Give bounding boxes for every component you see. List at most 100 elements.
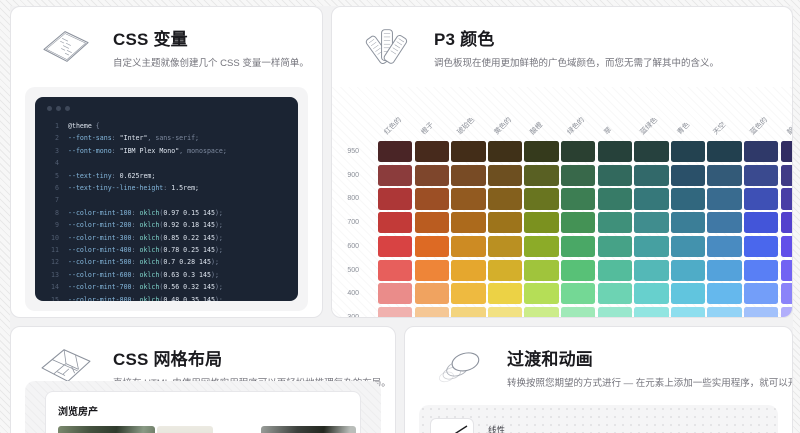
color-swatch[interactable]: [671, 212, 705, 233]
color-swatch[interactable]: [378, 307, 412, 318]
color-swatch[interactable]: [598, 141, 632, 162]
color-swatch[interactable]: [524, 283, 558, 304]
color-swatch[interactable]: [781, 236, 793, 257]
color-swatch[interactable]: [524, 188, 558, 209]
color-swatch[interactable]: [488, 188, 522, 209]
color-swatch[interactable]: [378, 283, 412, 304]
color-swatch[interactable]: [488, 141, 522, 162]
color-swatch[interactable]: [415, 165, 449, 186]
color-swatch[interactable]: [488, 165, 522, 186]
color-swatch[interactable]: [707, 188, 741, 209]
color-swatch[interactable]: [488, 260, 522, 281]
color-swatch[interactable]: [744, 188, 778, 209]
color-swatch[interactable]: [781, 165, 793, 186]
color-swatch[interactable]: [707, 260, 741, 281]
color-swatch[interactable]: [634, 283, 668, 304]
color-swatch[interactable]: [634, 212, 668, 233]
color-swatch[interactable]: [415, 260, 449, 281]
color-swatch[interactable]: [415, 212, 449, 233]
color-swatch[interactable]: [707, 236, 741, 257]
color-swatch[interactable]: [524, 141, 558, 162]
color-swatch[interactable]: [707, 212, 741, 233]
color-swatch[interactable]: [634, 307, 668, 318]
color-swatch[interactable]: [451, 236, 485, 257]
color-swatch[interactable]: [781, 307, 793, 318]
color-swatch[interactable]: [598, 212, 632, 233]
color-swatch[interactable]: [707, 141, 741, 162]
color-swatch[interactable]: [671, 236, 705, 257]
color-swatch[interactable]: [451, 141, 485, 162]
color-swatch[interactable]: [744, 212, 778, 233]
color-swatch[interactable]: [451, 188, 485, 209]
color-swatch[interactable]: [415, 236, 449, 257]
color-swatch[interactable]: [378, 141, 412, 162]
color-swatch[interactable]: [378, 236, 412, 257]
color-swatch[interactable]: [378, 260, 412, 281]
color-swatch[interactable]: [634, 141, 668, 162]
color-swatch[interactable]: [707, 283, 741, 304]
color-swatch[interactable]: [561, 165, 595, 186]
color-swatch[interactable]: [634, 236, 668, 257]
property-photo[interactable]: [157, 426, 213, 433]
color-swatch[interactable]: [634, 165, 668, 186]
color-swatch[interactable]: [671, 141, 705, 162]
color-swatch[interactable]: [781, 141, 793, 162]
color-swatch[interactable]: [415, 188, 449, 209]
color-swatch[interactable]: [488, 236, 522, 257]
color-swatch[interactable]: [781, 188, 793, 209]
color-swatch[interactable]: [524, 165, 558, 186]
color-swatch[interactable]: [378, 188, 412, 209]
color-swatch[interactable]: [744, 165, 778, 186]
property-photo[interactable]: [261, 426, 356, 433]
color-swatch[interactable]: [378, 212, 412, 233]
color-swatch[interactable]: [561, 188, 595, 209]
color-swatch[interactable]: [598, 260, 632, 281]
color-swatch[interactable]: [671, 283, 705, 304]
color-swatch[interactable]: [671, 260, 705, 281]
color-swatch[interactable]: [598, 165, 632, 186]
color-swatch[interactable]: [634, 188, 668, 209]
color-swatch[interactable]: [598, 236, 632, 257]
easing-preview-box[interactable]: [430, 418, 474, 433]
color-swatch[interactable]: [451, 212, 485, 233]
color-swatch[interactable]: [744, 260, 778, 281]
color-swatch[interactable]: [598, 307, 632, 318]
color-swatch[interactable]: [561, 260, 595, 281]
color-swatch[interactable]: [744, 141, 778, 162]
color-swatch[interactable]: [744, 307, 778, 318]
color-swatch[interactable]: [561, 307, 595, 318]
color-swatch[interactable]: [781, 260, 793, 281]
color-swatch[interactable]: [451, 283, 485, 304]
color-swatch[interactable]: [488, 283, 522, 304]
color-swatch[interactable]: [488, 307, 522, 318]
color-swatch[interactable]: [707, 307, 741, 318]
color-swatch[interactable]: [524, 236, 558, 257]
color-swatch[interactable]: [598, 188, 632, 209]
color-swatch[interactable]: [634, 260, 668, 281]
color-swatch[interactable]: [744, 283, 778, 304]
color-swatch[interactable]: [524, 260, 558, 281]
color-swatch[interactable]: [451, 165, 485, 186]
color-swatch[interactable]: [415, 141, 449, 162]
color-swatch[interactable]: [671, 307, 705, 318]
color-swatch[interactable]: [524, 212, 558, 233]
color-swatch[interactable]: [561, 141, 595, 162]
color-swatch[interactable]: [744, 236, 778, 257]
property-photo[interactable]: [58, 426, 155, 433]
color-swatch[interactable]: [561, 236, 595, 257]
color-swatch[interactable]: [671, 188, 705, 209]
color-swatch[interactable]: [488, 212, 522, 233]
color-swatch[interactable]: [524, 307, 558, 318]
color-swatch[interactable]: [707, 165, 741, 186]
color-swatch[interactable]: [561, 283, 595, 304]
color-swatch[interactable]: [415, 307, 449, 318]
color-swatch[interactable]: [781, 212, 793, 233]
color-swatch[interactable]: [671, 165, 705, 186]
color-swatch[interactable]: [451, 307, 485, 318]
color-swatch[interactable]: [781, 283, 793, 304]
color-swatch[interactable]: [451, 260, 485, 281]
color-swatch[interactable]: [598, 283, 632, 304]
color-swatch[interactable]: [378, 165, 412, 186]
color-swatch[interactable]: [561, 212, 595, 233]
color-swatch[interactable]: [415, 283, 449, 304]
